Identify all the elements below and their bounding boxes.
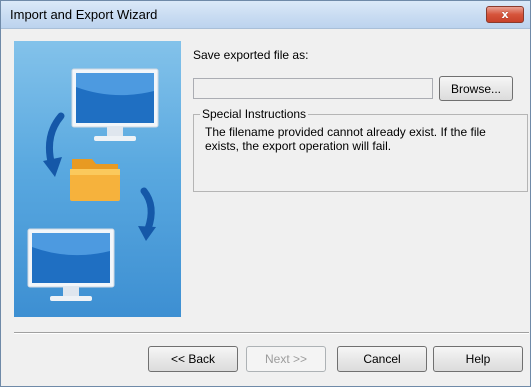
help-button[interactable]: Help bbox=[433, 346, 523, 372]
special-instructions-group: Special Instructions The filename provid… bbox=[193, 107, 528, 192]
close-button[interactable]: x bbox=[486, 6, 524, 23]
arrow-curve-icon bbox=[43, 112, 65, 177]
close-icon: x bbox=[501, 8, 509, 21]
title-bar: Import and Export Wizard x bbox=[1, 1, 530, 29]
special-instructions-legend: Special Instructions bbox=[200, 107, 309, 121]
monitor-icon bbox=[71, 68, 159, 141]
special-instructions-text: The filename provided cannot already exi… bbox=[205, 125, 486, 153]
folder-icon bbox=[70, 159, 120, 201]
monitor-icon bbox=[27, 228, 115, 301]
footer-divider bbox=[14, 332, 529, 334]
cancel-button[interactable]: Cancel bbox=[337, 346, 427, 372]
window-title: Import and Export Wizard bbox=[10, 7, 158, 22]
browse-button[interactable]: Browse... bbox=[439, 76, 513, 101]
next-button[interactable]: Next >> bbox=[246, 346, 326, 372]
arrow-curve-icon bbox=[138, 187, 156, 241]
import-export-wizard-window: Import and Export Wizard x Save exported… bbox=[0, 0, 531, 387]
export-file-path-input[interactable] bbox=[193, 78, 433, 99]
save-file-label: Save exported file as: bbox=[193, 48, 309, 62]
wizard-illustration bbox=[14, 41, 181, 317]
back-button[interactable]: << Back bbox=[148, 346, 238, 372]
